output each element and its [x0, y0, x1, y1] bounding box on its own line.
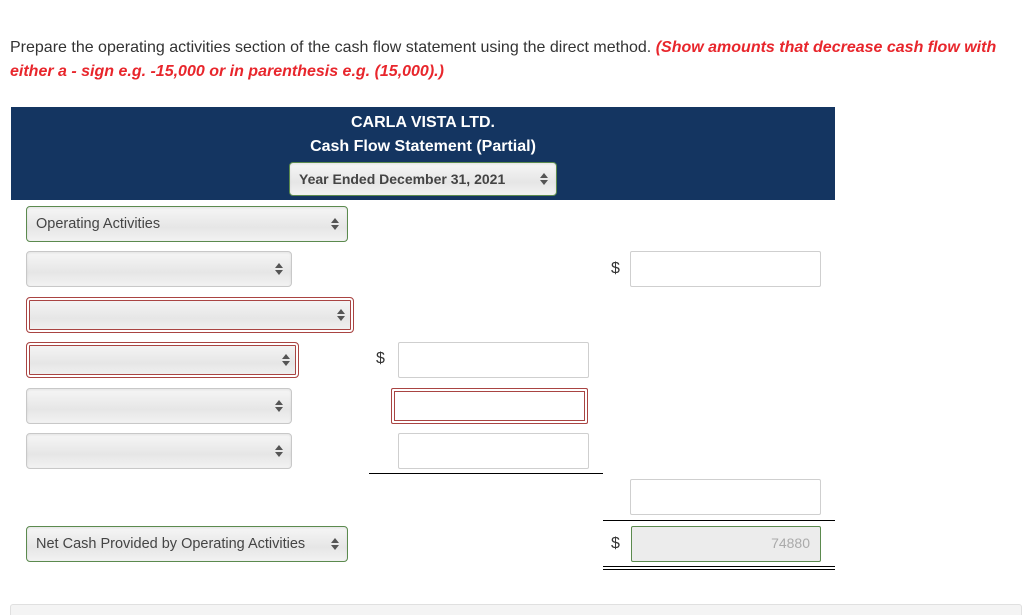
section-heading-select[interactable]: Operating Activities	[26, 206, 348, 242]
row4-select[interactable]	[26, 388, 292, 424]
net-cash-select-value: Net Cash Provided by Operating Activitie…	[36, 536, 306, 552]
row4-amount-input[interactable]	[391, 388, 588, 424]
period-select-value: Year Ended December 31, 2021	[299, 171, 506, 187]
row2-select[interactable]	[26, 297, 354, 333]
subtotal-rule	[369, 473, 603, 474]
row1-select[interactable]	[26, 251, 292, 287]
select-arrows-icon	[275, 445, 283, 457]
company-name: CARLA VISTA LTD.	[351, 114, 495, 131]
double-rule-bottom	[603, 569, 835, 570]
select-arrows-icon	[275, 263, 283, 275]
section-heading-value: Operating Activities	[36, 216, 161, 232]
row1-amount-input[interactable]	[630, 251, 821, 287]
dollar-sign: $	[611, 260, 620, 277]
instructions: Prepare the operating activities section…	[10, 36, 1015, 84]
select-arrows-icon	[540, 173, 548, 185]
total-rule	[603, 520, 835, 521]
instructions-text: Prepare the operating activities section…	[10, 39, 652, 56]
statement-title: Cash Flow Statement (Partial)	[310, 138, 536, 155]
next-section-panel	[10, 604, 1022, 615]
net-cash-amount-input[interactable]: 74880	[631, 526, 821, 562]
row3-amount-input[interactable]	[398, 342, 589, 378]
select-arrows-icon	[282, 354, 290, 366]
dollar-sign: $	[376, 350, 385, 367]
select-arrows-icon	[275, 400, 283, 412]
row5-select[interactable]	[26, 433, 292, 469]
subtotal-amount-input[interactable]	[630, 479, 821, 515]
row5-amount-input[interactable]	[398, 433, 589, 469]
net-cash-select[interactable]: Net Cash Provided by Operating Activitie…	[26, 526, 348, 562]
period-select[interactable]: Year Ended December 31, 2021	[289, 162, 557, 196]
double-rule-top	[603, 566, 835, 567]
select-arrows-icon	[337, 309, 345, 321]
select-arrows-icon	[331, 218, 339, 230]
select-arrows-icon	[331, 538, 339, 550]
row3-select[interactable]	[26, 342, 299, 378]
dollar-sign: $	[611, 535, 620, 552]
